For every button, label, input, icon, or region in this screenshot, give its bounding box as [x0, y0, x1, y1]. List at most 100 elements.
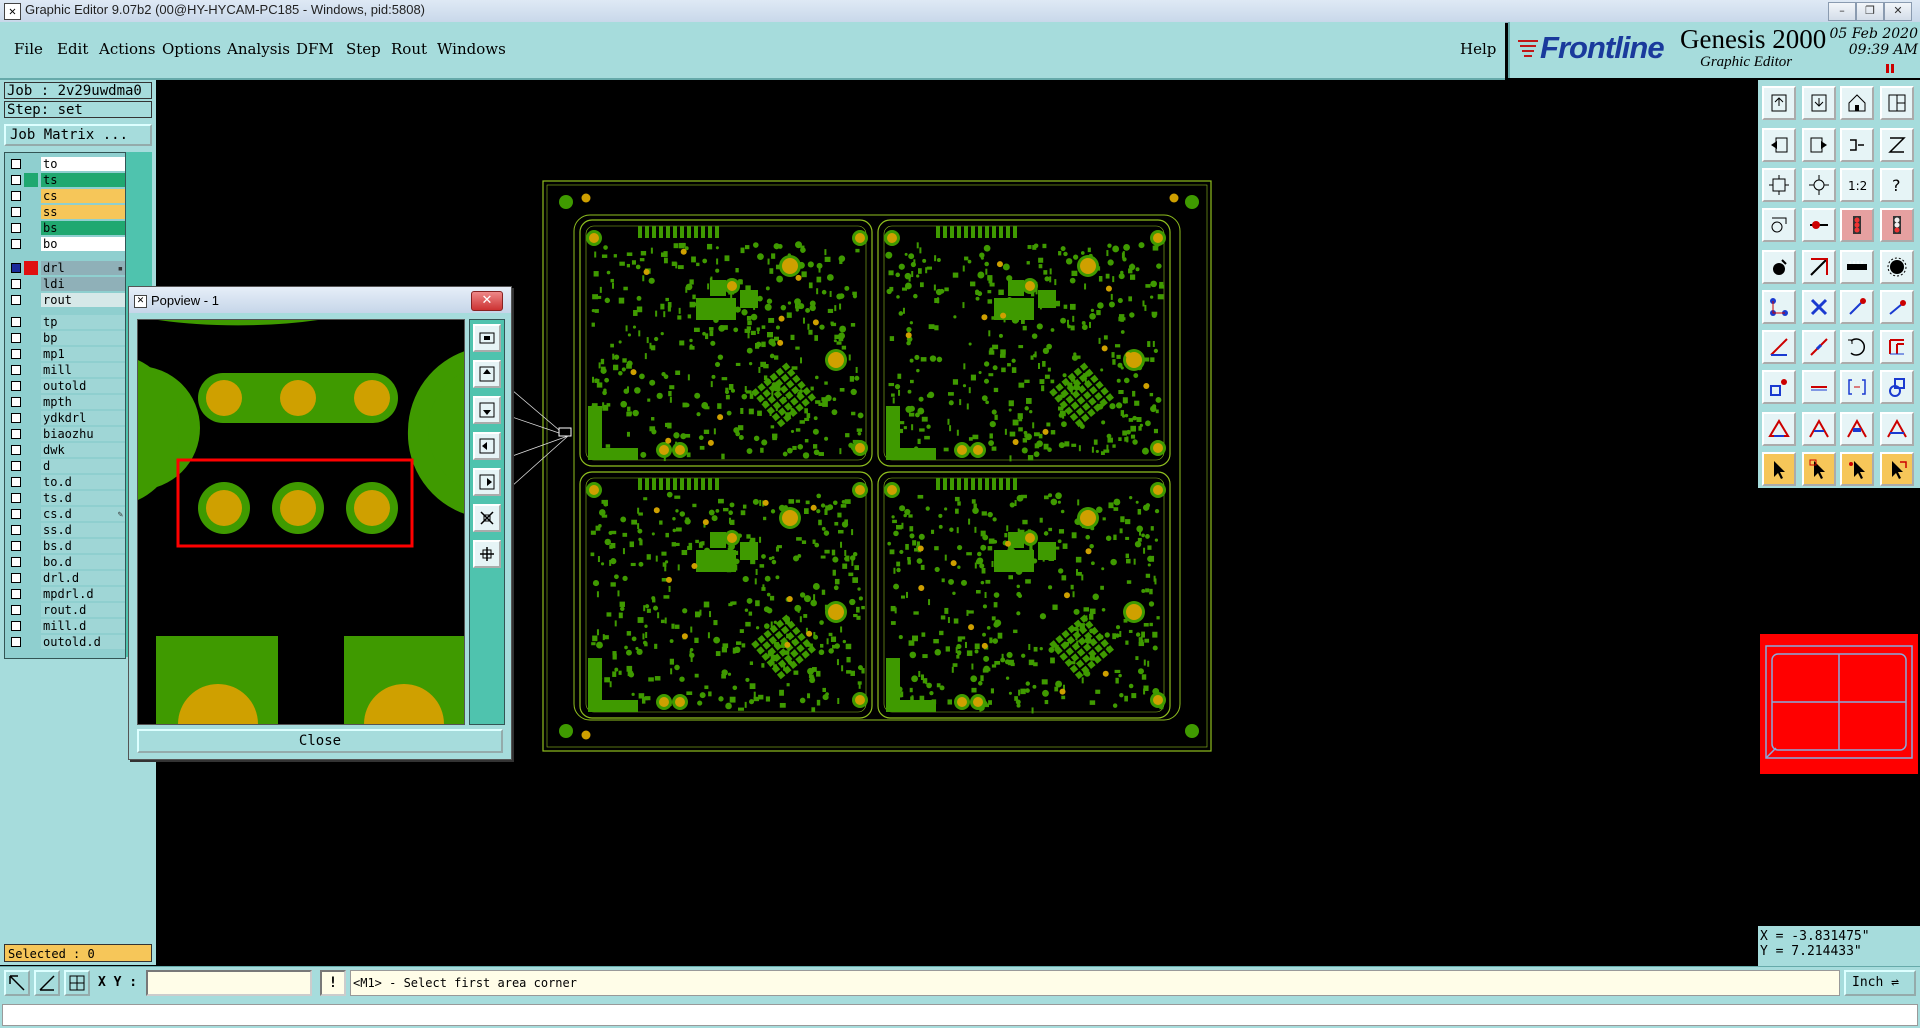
layer-color-swatch[interactable]	[24, 507, 38, 521]
menu-dfm[interactable]: DFM	[296, 40, 334, 58]
layer-row-bo-d[interactable]: bo.d	[5, 554, 125, 570]
layer-row-ydkdrl[interactable]: ydkdrl	[5, 410, 125, 426]
layer-row-d[interactable]: d	[5, 458, 125, 474]
layer-checkbox[interactable]	[11, 525, 21, 535]
layer-row-mill[interactable]: mill	[5, 362, 125, 378]
layer-color-swatch[interactable]	[24, 221, 38, 235]
layer-color-swatch[interactable]	[24, 261, 38, 275]
menu-options[interactable]: Options	[162, 40, 221, 58]
toolbar-button-target[interactable]	[1880, 250, 1914, 284]
menu-analysis[interactable]: Analysis	[227, 40, 290, 58]
layer-color-swatch[interactable]	[24, 603, 38, 617]
layer-checkbox[interactable]	[11, 349, 21, 359]
toolbar-button-fit[interactable]	[1762, 168, 1796, 202]
layer-color-swatch[interactable]	[24, 395, 38, 409]
toolbar-button-triangle-cut2[interactable]	[1880, 412, 1914, 446]
layer-color-swatch[interactable]	[24, 475, 38, 489]
popview-zoom-out-button[interactable]	[473, 540, 501, 568]
layer-row-rout[interactable]: rout	[5, 292, 125, 308]
toolbar-button-home[interactable]	[1840, 86, 1874, 120]
menu-rout[interactable]: Rout	[391, 40, 427, 58]
menu-help[interactable]: Help	[1460, 40, 1496, 58]
layer-color-swatch[interactable]	[24, 555, 38, 569]
toolbar-button-open[interactable]	[1762, 86, 1796, 120]
layer-color-swatch[interactable]	[24, 277, 38, 291]
menu-actions[interactable]: Actions	[99, 40, 155, 58]
layer-checkbox[interactable]	[11, 493, 21, 503]
layer-name[interactable]: bs.d	[41, 539, 125, 553]
layer-checkbox[interactable]	[11, 279, 21, 289]
toolbar-button-line-end[interactable]	[1880, 290, 1914, 324]
popview-zoom-canvas[interactable]	[137, 319, 465, 725]
toolbar-button-scale[interactable]: 1:2	[1840, 168, 1874, 202]
layer-checkbox[interactable]	[11, 397, 21, 407]
toolbar-button-triangle-cut[interactable]	[1840, 412, 1874, 446]
layer-checkbox[interactable]	[11, 461, 21, 471]
angle-mode-button[interactable]	[34, 970, 60, 996]
popview-pan-left-button[interactable]	[473, 432, 501, 460]
layer-row-ts-d[interactable]: ts.d	[5, 490, 125, 506]
layer-row-drl[interactable]: drl ▪	[5, 260, 125, 276]
layer-name[interactable]: d	[41, 459, 125, 473]
layer-row-mpdrl-d[interactable]: mpdrl.d	[5, 586, 125, 602]
layer-name[interactable]: cs	[41, 189, 125, 203]
layer-color-swatch[interactable]	[24, 411, 38, 425]
layer-name[interactable]: biaozhu	[41, 427, 125, 441]
toolbar-button-pad[interactable]	[1762, 370, 1796, 404]
layer-color-swatch[interactable]	[24, 539, 38, 553]
layer-color-swatch[interactable]	[24, 173, 38, 187]
toolbar-button-line-node[interactable]	[1840, 290, 1874, 324]
layer-name[interactable]: mpdrl.d	[41, 587, 125, 601]
toolbar-button-center[interactable]	[1802, 168, 1836, 202]
toolbar-button-draw-line2[interactable]	[1802, 330, 1836, 364]
layer-checkbox[interactable]	[11, 239, 21, 249]
grid-mode-button[interactable]	[64, 970, 90, 996]
menu-step[interactable]: Step	[346, 40, 381, 58]
layer-name[interactable]: ldi	[41, 277, 125, 291]
toolbar-button-corner[interactable]	[1802, 250, 1836, 284]
layer-row-mp1[interactable]: mp1	[5, 346, 125, 362]
layer-row-outold[interactable]: outold	[5, 378, 125, 394]
layer-name[interactable]: ts.d	[41, 491, 125, 505]
layer-checkbox[interactable]	[11, 541, 21, 551]
toolbar-button-pointer-drag[interactable]	[1880, 452, 1914, 486]
toolbar-button-help[interactable]: ?	[1880, 168, 1914, 202]
layer-color-swatch[interactable]	[24, 293, 38, 307]
layer-row-ts[interactable]: ts	[5, 172, 125, 188]
layer-checkbox[interactable]	[11, 317, 21, 327]
restore-button[interactable]: ❐	[1856, 2, 1884, 21]
layer-name[interactable]: mill.d	[41, 619, 125, 633]
layer-name[interactable]: ss.d	[41, 523, 125, 537]
toolbar-button-move-right[interactable]	[1802, 128, 1836, 162]
minimize-button[interactable]: –	[1828, 2, 1856, 21]
toolbar-button-traffic-red[interactable]	[1840, 208, 1874, 242]
layer-row-bo[interactable]: bo	[5, 236, 125, 252]
toolbar-button-net[interactable]	[1762, 290, 1796, 324]
layer-name[interactable]: mpth	[41, 395, 125, 409]
layer-row-drl-d[interactable]: drl.d	[5, 570, 125, 586]
toolbar-button-ruler[interactable]	[1840, 250, 1874, 284]
overview-map[interactable]	[1760, 634, 1918, 774]
layer-name[interactable]: outold	[41, 379, 125, 393]
popview-pan-down-button[interactable]	[473, 396, 501, 424]
layer-color-swatch[interactable]	[24, 523, 38, 537]
layer-color-swatch[interactable]	[24, 237, 38, 251]
toolbar-button-cross[interactable]	[1802, 290, 1836, 324]
job-matrix-button[interactable]: Job Matrix ...	[4, 124, 152, 146]
toolbar-button-triangle[interactable]	[1762, 412, 1796, 446]
layer-checkbox[interactable]	[11, 381, 21, 391]
layer-name[interactable]: bo	[41, 237, 125, 251]
layer-row-ldi[interactable]: ldi	[5, 276, 125, 292]
xy-input[interactable]	[146, 970, 312, 996]
toolbar-button-snap[interactable]	[1762, 250, 1796, 284]
toolbar-button-pointer[interactable]	[1762, 452, 1796, 486]
popview-pan-right-button[interactable]	[473, 468, 501, 496]
layer-color-swatch[interactable]	[24, 315, 38, 329]
layer-checkbox[interactable]	[11, 573, 21, 583]
layer-row-bs[interactable]: bs	[5, 220, 125, 236]
layer-color-swatch[interactable]	[24, 459, 38, 473]
menu-file[interactable]: File	[14, 40, 43, 58]
layer-checkbox[interactable]	[11, 295, 21, 305]
toolbar-button-column[interactable]	[1880, 330, 1914, 364]
layer-checkbox[interactable]	[11, 207, 21, 217]
